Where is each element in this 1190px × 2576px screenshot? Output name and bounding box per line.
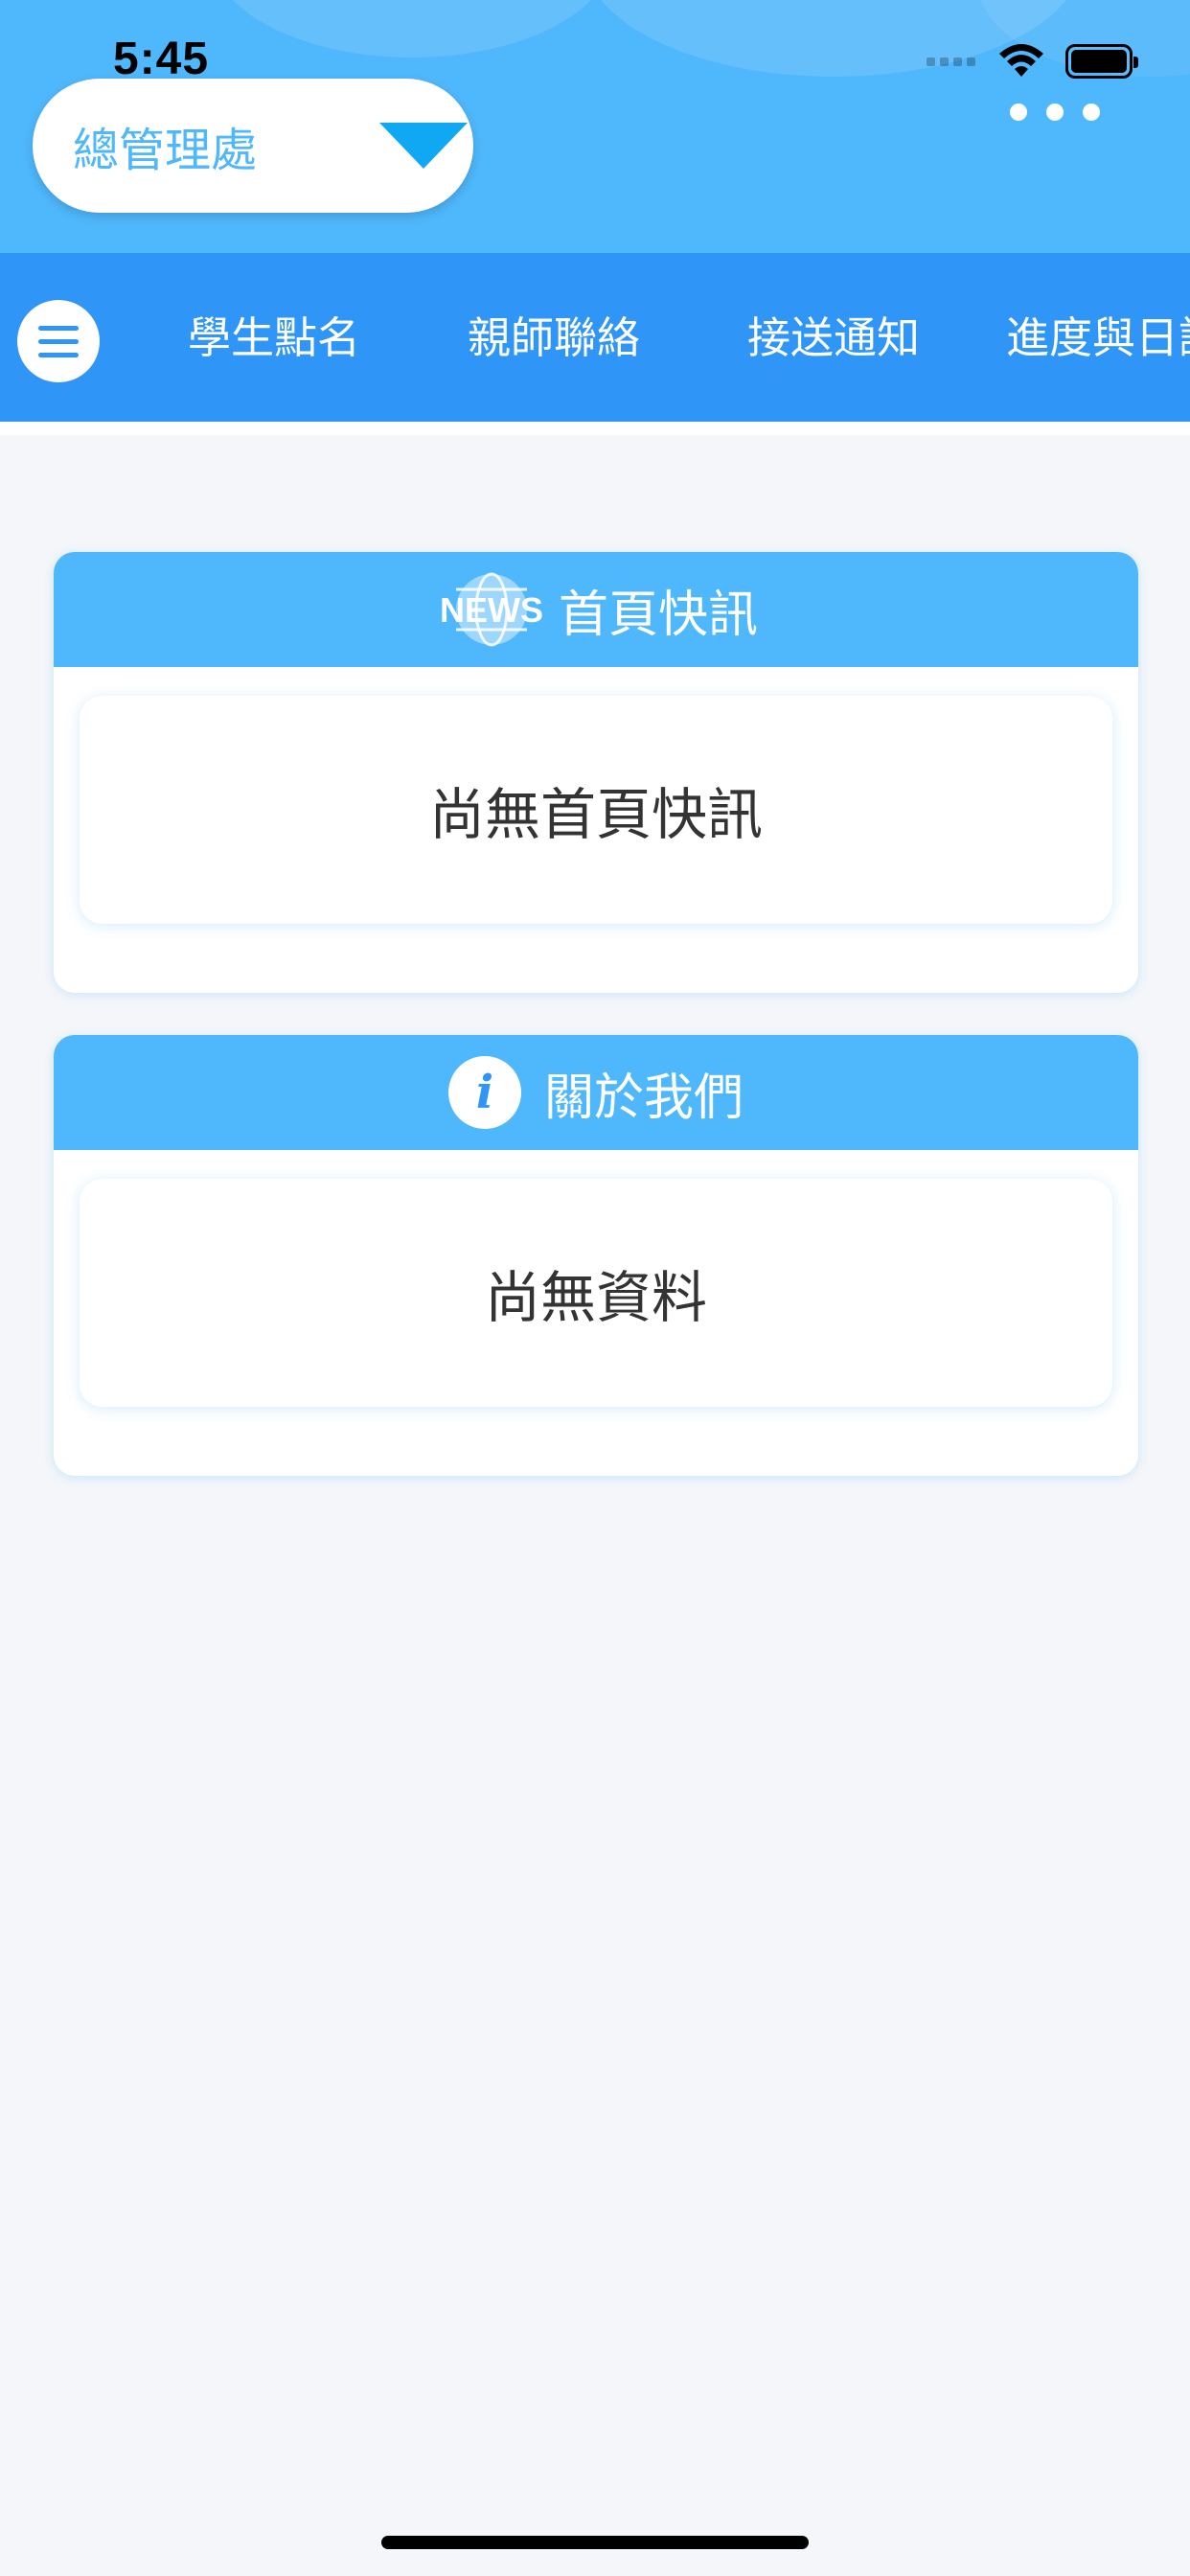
- svg-text:NEWS: NEWS: [440, 590, 543, 630]
- about-card-title: 關於我們: [543, 1069, 744, 1127]
- wifi-icon: [999, 44, 1043, 77]
- branch-dropdown[interactable]: 總管理處: [33, 79, 473, 213]
- home-indicator[interactable]: [381, 2536, 809, 2549]
- app-header: 5:45 總管理處: [0, 0, 1190, 253]
- status-time: 5:45: [113, 34, 210, 84]
- nav-tabs: 學生點名 親師聯絡 接送通知 進度與日誌: [0, 253, 1190, 422]
- news-empty-panel: 尚無首頁快訊: [80, 696, 1112, 924]
- tab-parent-teacher-contact[interactable]: 親師聯絡: [468, 303, 640, 365]
- about-empty-panel: 尚無資料: [80, 1179, 1112, 1407]
- status-indicators: [927, 42, 1138, 80]
- about-card-header: i 關於我們: [54, 1035, 1138, 1150]
- app-screen: 5:45 總管理處 學生點名 親師聯絡 接送通知 進度與日誌: [0, 0, 1190, 2576]
- branch-dropdown-value: 總管理處: [73, 124, 258, 177]
- header-decoration: [211, 0, 613, 58]
- news-empty-text: 尚無首頁快訊: [428, 782, 763, 847]
- hamburger-menu-icon[interactable]: [17, 300, 100, 382]
- news-card: NEWS 首頁快訊 尚無首頁快訊: [54, 552, 1138, 993]
- about-card: i 關於我們 尚無資料: [54, 1035, 1138, 1476]
- more-options-icon[interactable]: [1010, 104, 1100, 121]
- news-globe-icon: NEWS: [440, 572, 543, 647]
- news-card-header: NEWS 首頁快訊: [54, 552, 1138, 667]
- about-empty-text: 尚無資料: [484, 1265, 707, 1330]
- battery-icon: [1065, 44, 1138, 79]
- tab-pickup-notice[interactable]: 接送通知: [747, 303, 920, 365]
- tab-progress-log[interactable]: 進度與日誌: [1006, 303, 1190, 365]
- tab-student-roll-call[interactable]: 學生點名: [188, 303, 360, 365]
- info-icon: i: [447, 1056, 521, 1129]
- news-card-title: 首頁快訊: [558, 586, 758, 644]
- nav-divider: [0, 422, 1190, 435]
- nav-bar: 學生點名 親師聯絡 接送通知 進度與日誌: [0, 253, 1190, 422]
- dropdown-triangle-icon: [379, 123, 468, 169]
- cellular-signal-icon: [927, 57, 975, 66]
